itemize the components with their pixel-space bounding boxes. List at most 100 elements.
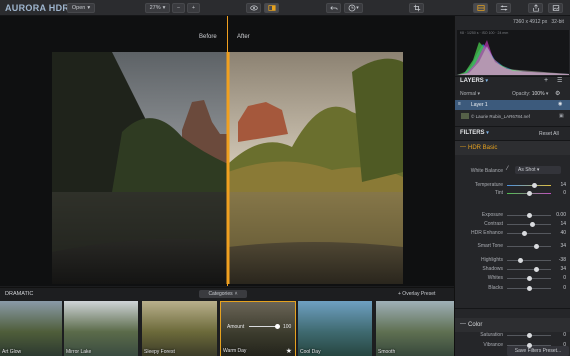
preset-thumb-5[interactable]: Cool Day [298, 301, 372, 356]
filters-title[interactable]: FILTERS ▾ [460, 130, 489, 136]
chevron-down-icon: ▾ [485, 78, 488, 84]
slider-row[interactable]: Temperature 14 [455, 182, 570, 190]
panels-icon [476, 5, 485, 11]
crop-icon [413, 4, 420, 12]
slider-knob[interactable] [526, 276, 532, 281]
preset-thumb-4-selected[interactable]: Amount 100 Warm Day ★ [220, 301, 296, 356]
slider-knob[interactable] [522, 231, 528, 236]
slider-knob[interactable] [526, 333, 532, 338]
reset-all-button[interactable]: Reset All [539, 131, 559, 137]
categories-label: Categories [208, 291, 233, 297]
slider-track[interactable] [507, 276, 551, 281]
slider-knob[interactable] [526, 286, 532, 291]
slider-track[interactable] [507, 343, 551, 348]
slider-track[interactable] [507, 231, 551, 236]
image-info: 7360 x 4912 px 32-bit [513, 19, 564, 25]
slider-row[interactable]: Exposure 0.00 [455, 212, 570, 220]
slider-knob[interactable] [533, 267, 539, 272]
amount-value: 100 [283, 324, 292, 330]
preset-thumb-1[interactable]: Art Glow [0, 301, 62, 356]
overlay-preset-button[interactable]: + Overlay Preset [398, 291, 435, 297]
add-layer-button[interactable]: + [544, 77, 548, 84]
layer-row-1[interactable]: ≡ Layer 1 ◉ [455, 100, 570, 110]
white-balance-select[interactable]: As Shot ▾ [515, 166, 561, 174]
preview-eye-button[interactable] [246, 3, 261, 13]
slider-track[interactable] [507, 267, 551, 272]
histogram-graph [457, 40, 569, 75]
slider-row[interactable]: Shadows 34 [455, 266, 570, 274]
blend-mode-value: Normal [460, 91, 477, 97]
source-file-name: © Laurie Rubin_LAR6784.nef [471, 114, 530, 119]
slider-knob[interactable] [533, 244, 539, 249]
slider-track[interactable] [507, 191, 551, 196]
preset-thumb-6[interactable]: Smooth [376, 301, 454, 356]
panels-button[interactable] [473, 3, 488, 13]
hdr-basic-header[interactable]: — HDR Basic [455, 141, 570, 155]
preset-thumb-3[interactable]: Sleepy Forest [142, 301, 217, 356]
slider-label: Blacks [488, 285, 503, 291]
gear-icon[interactable]: ⚙ [555, 90, 560, 97]
slider-label: Temperature [474, 182, 503, 188]
zoom-out-button[interactable]: − [172, 3, 185, 13]
slider-row[interactable]: Highlights -38 [455, 257, 570, 265]
slider-row[interactable]: Smart Tone 34 [455, 243, 570, 251]
slider-track[interactable] [507, 183, 551, 188]
slider-row[interactable]: Vibrance 0 [455, 342, 570, 350]
zoom-in-button[interactable]: + [187, 3, 200, 13]
compare-split-button[interactable] [264, 3, 279, 13]
slider-value: -38 [558, 257, 566, 263]
before-label: Before [199, 34, 217, 40]
slider-label: Tint [494, 190, 503, 196]
slider-row[interactable]: HDR Enhance 40 [455, 230, 570, 238]
slider-value: 0.00 [556, 212, 566, 218]
hdr-basic-title: HDR Basic [468, 145, 498, 151]
star-icon[interactable]: ★ [286, 347, 292, 355]
amount-slider-knob[interactable] [275, 324, 280, 329]
preset-name: Art Glow [2, 349, 22, 355]
slider-value: 0 [563, 332, 566, 338]
layers-toggle-button[interactable] [496, 3, 511, 13]
slider-knob[interactable] [529, 222, 535, 227]
slider-row[interactable]: Whites 0 [455, 275, 570, 283]
slider-label: Whites [487, 275, 503, 281]
slider-knob[interactable] [526, 343, 532, 348]
opacity-control[interactable]: Opacity: 100% ▾ [512, 91, 548, 97]
split-line[interactable] [227, 16, 228, 286]
undo-button[interactable] [326, 3, 341, 13]
history-button[interactable]: ▾ [344, 3, 363, 13]
zoom-select[interactable]: 27% ▾ [145, 3, 170, 13]
open-button[interactable]: Open ▾ [67, 3, 95, 13]
layers-title[interactable]: LAYERS ▾ [460, 78, 488, 84]
slider-row[interactable]: Saturation 0 [455, 332, 570, 340]
slider-knob[interactable] [526, 191, 532, 196]
eyedropper-icon[interactable]: ⁄ [507, 166, 508, 172]
amount-slider-track[interactable] [249, 324, 280, 329]
slider-value: 40 [560, 230, 566, 236]
slider-knob[interactable] [531, 183, 537, 188]
slider-knob[interactable] [526, 213, 532, 218]
sliders-icon [500, 5, 507, 11]
slider-row[interactable]: Blacks 0 [455, 285, 570, 293]
categories-dropdown[interactable]: Categories ˄ [199, 290, 247, 298]
slider-track[interactable] [507, 286, 551, 291]
preset-thumb-2[interactable]: Mirror Lake [64, 301, 138, 356]
crop-button[interactable] [409, 3, 424, 13]
slider-row[interactable]: Contrast 14 [455, 221, 570, 229]
histogram: f/8 · 1/250 s · ISO 100 · 24 mm [457, 30, 569, 75]
slider-track[interactable] [507, 258, 551, 263]
slider-track[interactable] [507, 244, 551, 249]
slider-track[interactable] [507, 213, 551, 218]
layer-row-source[interactable]: © Laurie Rubin_LAR6784.nef ▣ [455, 112, 570, 122]
blend-mode-select[interactable]: Normal ▾ [460, 91, 480, 97]
slider-knob[interactable] [518, 258, 524, 263]
share-button[interactable] [528, 3, 543, 13]
slider-track[interactable] [507, 222, 551, 227]
slider-row[interactable]: Tint 0 [455, 190, 570, 198]
layer-menu-button[interactable]: ☰ [557, 77, 562, 84]
eye-icon[interactable]: ◉ [558, 101, 562, 107]
color-header[interactable]: — Color [455, 318, 570, 332]
export-button[interactable] [548, 3, 563, 13]
clock-icon [348, 4, 356, 12]
slider-track[interactable] [507, 333, 551, 338]
zoom-in-label: + [191, 5, 196, 11]
